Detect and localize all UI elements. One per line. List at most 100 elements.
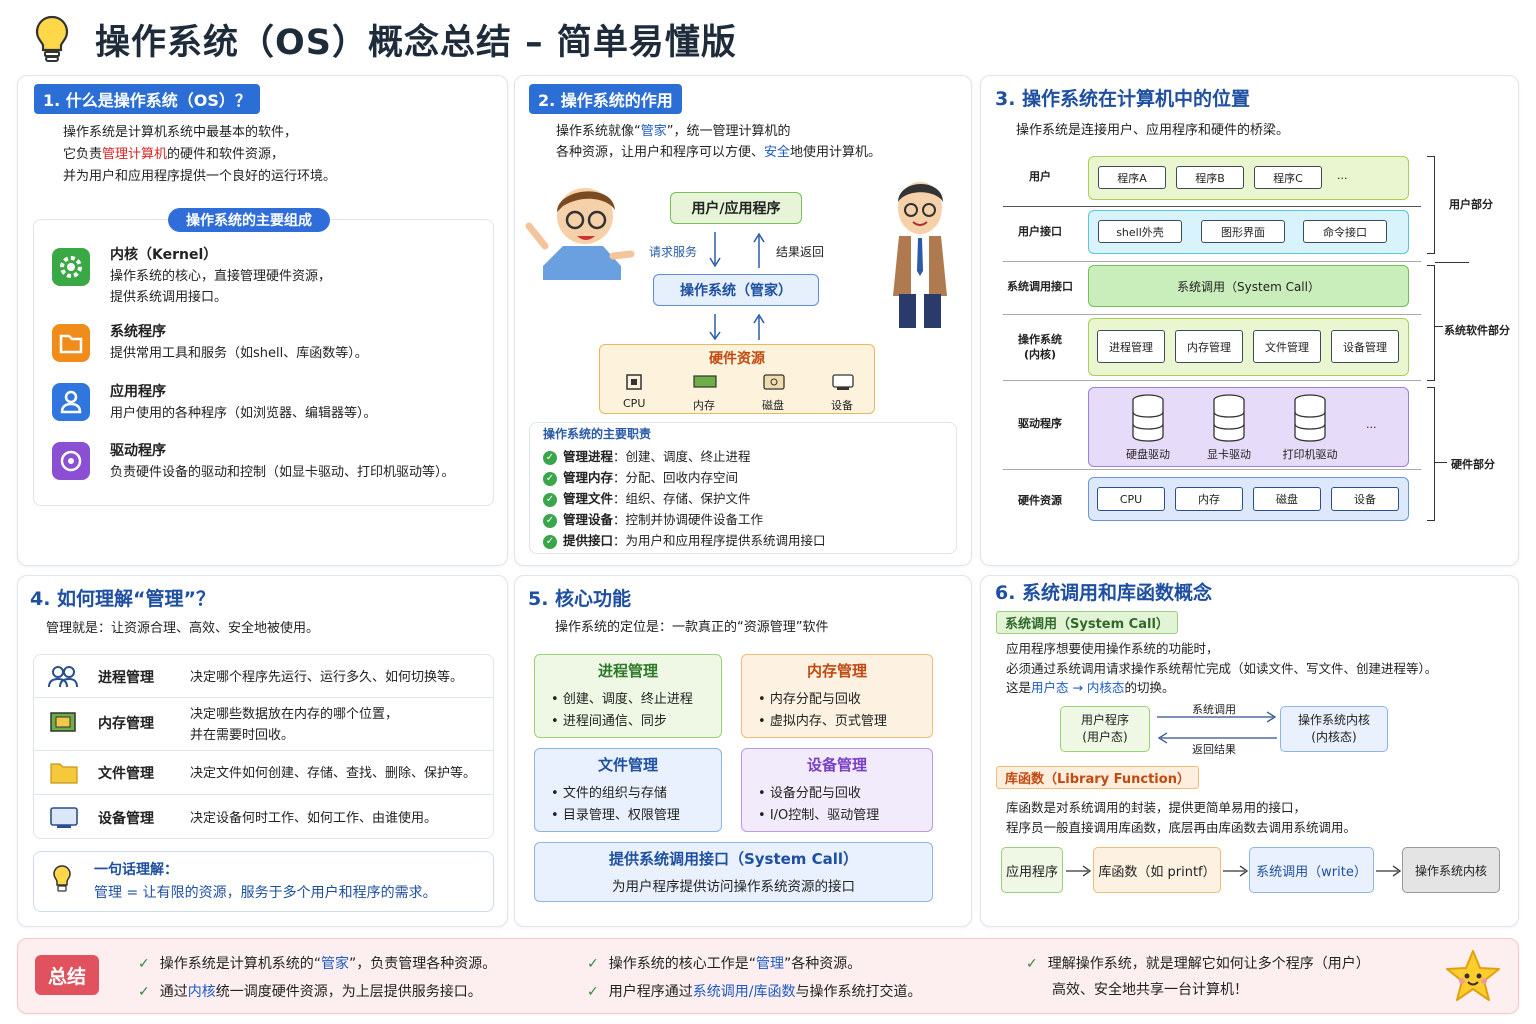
group-label: 用户部分: [1449, 198, 1493, 211]
kernel-box: 操作系统内核 (内核态): [1280, 706, 1388, 752]
tip-title: 一句话理解：: [94, 862, 178, 878]
row-desc: 并在需要时回收。: [190, 728, 295, 743]
kernel-module: 进程管理: [1097, 330, 1165, 363]
row-title: 设备管理: [98, 811, 154, 827]
text-line: 操作系统是计算机系统中最基本的软件，: [63, 125, 298, 140]
duty-item: ✓ 管理设备：控制并协调硬件设备工作: [543, 509, 826, 530]
row-label: 用户: [1029, 170, 1051, 183]
ui-box: 命令接口: [1303, 220, 1387, 243]
duties-list: ✓ 管理进程：创建、调度、终止进程 ✓ 管理内存：分配、回收内存空间 ✓ 管理文件：组…: [543, 446, 826, 551]
text-line: 应用程序想要使用操作系统的功能时，: [1006, 641, 1219, 656]
text-line: 操作系统是连接用户、应用程序和硬件的桥梁。: [1016, 123, 1290, 138]
function-box-process: 进程管理 创建、调度、终止进程进程间通信、同步: [534, 654, 722, 738]
row-label: 驱动程序: [1018, 417, 1062, 430]
duties-title: 操作系统的主要职责: [543, 427, 652, 441]
kernel-module: 文件管理: [1253, 330, 1321, 363]
up-arrow-icon: [752, 313, 766, 340]
hw-box: 设备: [1331, 487, 1399, 511]
program-box: 程序A: [1098, 166, 1166, 189]
panel-management: 4. 如何理解“管理”？ 管理就是：让资源合理、高效、安全地被使用。 进程管理 …: [17, 575, 508, 927]
hardware-title: 硬件资源: [709, 351, 765, 367]
ui-box: 图形界面: [1201, 220, 1285, 243]
kernel-module: 内存管理: [1175, 330, 1243, 363]
summary-bar: [17, 938, 1519, 1014]
return-label: 结果返回: [776, 245, 825, 259]
flow-step: 库函数（如 printf）: [1093, 847, 1221, 893]
duty-item: ✓ 提供接口：为用户和应用程序提供系统调用接口: [543, 530, 826, 551]
flow-step: 操作系统内核: [1402, 847, 1500, 893]
summary-tag: 总结: [35, 955, 99, 995]
text-line: 它负责管理计算机的硬件和软件资源，: [63, 147, 285, 162]
up-arrow-icon: [752, 232, 766, 268]
user-icon: [52, 383, 90, 421]
driver-label: 打印机驱动: [1282, 448, 1338, 461]
memory-chip-icon: [50, 710, 76, 738]
people-icon: [48, 664, 78, 692]
lightbulb-icon: [32, 14, 72, 64]
hw-box: CPU: [1097, 487, 1165, 511]
flow-step: 应用程序: [1001, 847, 1063, 893]
row-label: 硬件资源: [1018, 494, 1062, 507]
folder-icon: [50, 760, 78, 788]
panel-title: 4. 如何理解“管理”？: [30, 588, 216, 610]
driver-label: 硬盘驱动: [1126, 448, 1170, 461]
bracket: [1427, 156, 1435, 254]
text-line: 各种资源，让用户和程序可以方便、安全地使用计算机。: [556, 145, 882, 160]
text-line: 操作系统就像“管家”，统一管理计算机的: [556, 124, 791, 139]
row-label: 操作系统 (内核): [1018, 333, 1062, 361]
syscall-interface-title: 提供系统调用接口（System Call）: [608, 850, 859, 868]
down-arrow-icon: [708, 314, 722, 341]
memory-icon: [693, 374, 717, 390]
row-desc: 决定哪个程序先运行、运行多久、如何切换等。: [190, 670, 464, 685]
panel-os-role: 2. 操作系统的作用 操作系统就像“管家”，统一管理计算机的 各种资源，让用户和…: [514, 75, 972, 566]
row-title: 内存管理: [98, 716, 154, 732]
panel-title: 6. 系统调用和库函数概念: [995, 582, 1213, 604]
summary-item: ✓ 用户程序通过系统调用/库函数与操作系统打交道。: [587, 984, 922, 1000]
hw-box: 磁盘: [1253, 487, 1321, 511]
ellipsis: ...: [1337, 169, 1348, 182]
os-manager-box: 操作系统（管家）: [653, 274, 819, 306]
page-title: 操作系统（OS）概念总结 – 简单易懂版: [95, 23, 737, 63]
panel-title: 3. 操作系统在计算机中的位置: [995, 88, 1251, 110]
group-label: 系统软件部分: [1444, 324, 1510, 337]
text-line: 库函数是对系统调用的封装，提供更简单易用的接口，: [1006, 800, 1307, 815]
components-pill: 操作系统的主要组成: [168, 208, 330, 232]
gear-icon: [52, 248, 90, 286]
component-desc: 用户使用的各种程序（如浏览器、编辑器等）。: [110, 406, 377, 421]
component-title: 驱动程序: [110, 443, 166, 459]
right-arrow-icon: [1223, 865, 1249, 881]
syscall-tag: 系统调用（System Call）: [996, 611, 1178, 634]
duty-item: ✓ 管理内存：分配、回收内存空间: [543, 467, 826, 488]
cartoon-user-illustration: [523, 176, 635, 280]
panel-tag: 2. 操作系统的作用: [529, 84, 682, 114]
row-title: 进程管理: [98, 670, 154, 686]
summary-item: 高效、安全地共享一台计算机！: [1052, 982, 1248, 998]
text-line: 操作系统的定位是：一款真正的“资源管理”软件: [555, 620, 829, 635]
database-icon: [1212, 394, 1246, 446]
kernel-module: 设备管理: [1331, 330, 1399, 363]
driver-icon: [52, 442, 90, 480]
function-box-file: 文件管理 文件的组织与存储目录管理、权限管理: [534, 748, 722, 832]
summary-item: ✓ 操作系统的核心工作是“管理”各种资源。: [587, 956, 862, 972]
device-icon: [50, 805, 78, 833]
cartoon-manager-illustration: [885, 176, 955, 336]
user-program-box: 用户程序 (用户态): [1060, 706, 1150, 752]
folder-icon: [52, 324, 90, 362]
row-desc: 决定文件如何创建、存储、查找、删除、保护等。: [190, 766, 477, 781]
text-line: 程序员一般直接调用库函数，底层再由库函数去调用系统调用。: [1006, 820, 1357, 835]
bracket: [1427, 387, 1435, 521]
ellipsis: ...: [1366, 418, 1377, 431]
hw-label: 内存: [693, 399, 715, 412]
arrow-label: 系统调用: [1192, 703, 1236, 716]
ui-box: shell外壳: [1098, 220, 1182, 243]
component-desc: 提供常用工具和服务（如shell、库函数等）。: [110, 346, 368, 361]
syscall-layer: 系统调用（System Call）: [1088, 265, 1409, 307]
user-app-box: 用户/应用程序: [670, 192, 802, 224]
device-icon: [831, 373, 855, 391]
database-icon: [1293, 394, 1327, 446]
group-label: 硬件部分: [1451, 458, 1495, 471]
star-icon: [1444, 948, 1502, 1008]
right-arrow-icon: [1376, 865, 1402, 881]
component-desc: 提供系统调用接口。: [110, 290, 228, 305]
panel-syscall-library: 6. 系统调用和库函数概念 系统调用（System Call） 应用程序想要使用…: [980, 575, 1519, 927]
